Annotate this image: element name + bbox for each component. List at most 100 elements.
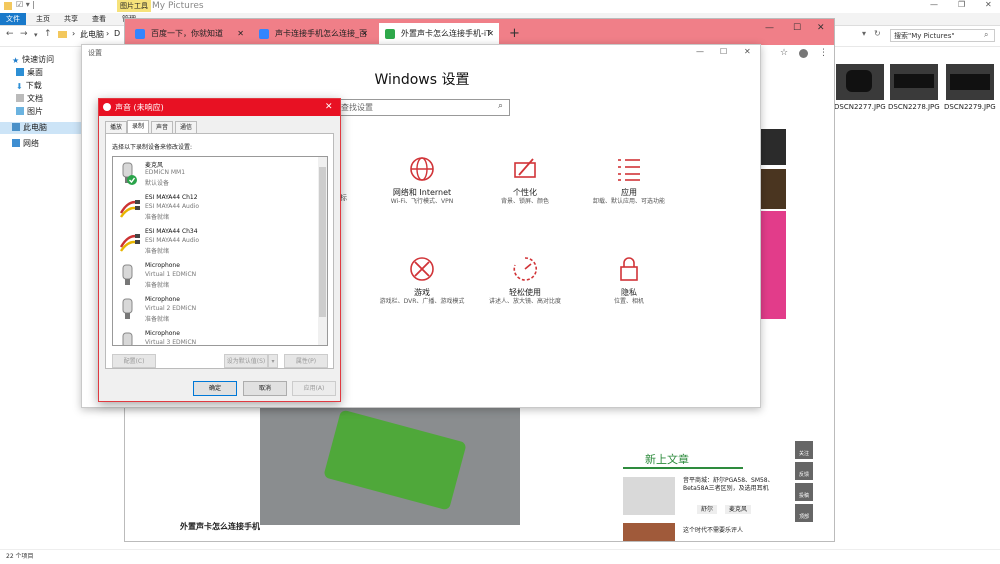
nav-item-quick-access[interactable]: ★ 快速访问 <box>12 54 54 66</box>
article-thumbnail[interactable] <box>623 477 675 515</box>
address-dropdown-icon[interactable]: ▾ <box>862 29 866 38</box>
ribbon-tab-view[interactable]: 查看 <box>86 13 112 25</box>
sidebar-image[interactable] <box>758 169 786 209</box>
xbox-icon[interactable] <box>408 255 436 283</box>
ribbon-tab-share[interactable]: 共享 <box>58 13 84 25</box>
device-list-scrollbar[interactable] <box>318 157 327 345</box>
lock-icon[interactable] <box>615 255 643 283</box>
list-item[interactable]: Microphone Virtual 2 EDMiCN 准备就绪 <box>113 293 313 327</box>
file-name[interactable]: DSCN2279.JPG <box>944 103 996 112</box>
close-icon[interactable]: ✕ <box>325 99 333 116</box>
configure-button[interactable]: 配置(C) <box>112 354 156 368</box>
avatar[interactable] <box>799 49 808 58</box>
settings-window-title: 设置 <box>88 49 102 57</box>
article-title[interactable]: 这个时代不需要乐评人 <box>683 527 783 535</box>
nav-item-network[interactable]: 网络 <box>12 138 39 150</box>
address-root[interactable]: 此电脑 <box>80 29 104 40</box>
article-title[interactable]: 音平商城：舒尔PGA58、SM58、Beta58A三者区别，及选用耳机 <box>683 477 783 493</box>
file-name[interactable]: DSCN2277.JPG <box>834 103 886 112</box>
device-name: 麦克风 <box>145 162 164 169</box>
new-articles-heading: 新上文章 <box>645 453 689 466</box>
maximize-icon[interactable]: ❐ <box>958 0 965 9</box>
nav-item-pictures[interactable]: 图片 <box>16 106 43 118</box>
minimize-icon[interactable]: — <box>696 47 704 56</box>
microphone-icon <box>119 161 137 185</box>
submit-button[interactable]: 投稿 <box>795 483 813 501</box>
qat-icons[interactable]: ☑ ▾ | <box>16 0 35 9</box>
browser-tab-active[interactable]: 外置声卡怎么连接手机-iT ✕ <box>379 23 499 45</box>
close-icon[interactable]: ✕ <box>817 23 825 33</box>
back-arrow-icon[interactable]: ← <box>6 29 14 39</box>
follow-button[interactable]: 关注 <box>795 441 813 459</box>
cancel-button[interactable]: 取消 <box>243 381 287 396</box>
recent-dropdown-icon[interactable]: ▾ <box>34 31 38 39</box>
apply-button[interactable]: 应用(A) <box>292 381 336 396</box>
list-item[interactable]: Microphone Virtual 3 EDMiCN <box>113 327 313 345</box>
ribbon-tab-home[interactable]: 主页 <box>30 13 56 25</box>
tab-close-icon[interactable]: ✕ <box>361 23 368 45</box>
bookmark-star-icon[interactable]: ☆ <box>780 48 788 58</box>
search-icon[interactable]: ⌕ <box>498 101 503 111</box>
browser-tab[interactable]: 百度一下，你就知道 ✕ <box>129 23 249 45</box>
list-item[interactable]: ESI MAYA44 Ch12 ESI MAYA44 Audio 准备就绪 <box>113 191 313 225</box>
forward-arrow-icon[interactable]: → <box>20 29 28 39</box>
maximize-icon[interactable]: ☐ <box>720 47 727 56</box>
close-icon[interactable]: ✕ <box>744 47 751 56</box>
category-desc: 讲述人、放大镜、高对比度 <box>488 298 561 305</box>
search-icon[interactable]: ⌕ <box>984 30 988 40</box>
close-icon[interactable]: ✕ <box>985 0 992 9</box>
scrollbar-thumb[interactable] <box>319 167 326 317</box>
new-tab-button[interactable]: + <box>509 23 520 45</box>
list-item[interactable]: 麦克风 EDMiCN MM1 默认设备 <box>113 157 313 191</box>
ribbon-tab-file[interactable]: 文件 <box>0 13 26 25</box>
back-to-top-button[interactable]: 顶部 <box>795 504 813 522</box>
tab-close-icon[interactable]: ✕ <box>487 23 494 45</box>
nav-item-documents[interactable]: 文档 <box>16 93 43 105</box>
rca-cable-icon <box>119 195 140 219</box>
browser-tab[interactable]: 声卡连接手机怎么连接_百 ✕ <box>253 23 373 45</box>
set-default-dropdown-icon[interactable]: ▾ <box>268 354 278 368</box>
apps-icon[interactable] <box>615 155 643 183</box>
picture-tools-label: 图片工具 <box>117 0 151 12</box>
file-thumbnail[interactable] <box>946 64 994 100</box>
up-arrow-icon[interactable]: ↑ <box>44 29 52 39</box>
list-item[interactable]: Microphone Virtual 1 EDMiCN 准备就绪 <box>113 259 313 293</box>
folder-icon <box>4 2 12 10</box>
globe-icon[interactable] <box>408 155 436 183</box>
minimize-icon[interactable]: — <box>930 0 938 9</box>
ok-button[interactable]: 确定 <box>193 381 237 396</box>
article-caption: 外置声卡怎么连接手机 <box>180 522 260 531</box>
maximize-icon[interactable]: ☐ <box>793 23 801 33</box>
refresh-icon[interactable]: ↻ <box>874 29 881 38</box>
article-tag[interactable]: 舒尔 <box>697 505 718 514</box>
sidebar-ad-image[interactable] <box>758 211 786 319</box>
device-driver: EDMiCN MM1 <box>145 169 186 176</box>
settings-search-input[interactable]: 查找设置 <box>314 99 510 116</box>
article-thumbnail[interactable] <box>623 523 675 541</box>
properties-button[interactable]: 属性(P) <box>284 354 328 368</box>
category-desc: 游戏栏、DVR、广播、游戏模式 <box>379 298 465 305</box>
sidebar-image[interactable] <box>758 129 786 165</box>
device-driver: ESI MAYA44 Audio <box>145 237 199 244</box>
address-tail[interactable]: D <box>114 29 120 38</box>
device-name: ESI MAYA44 Ch12 <box>145 194 198 201</box>
list-item[interactable]: ESI MAYA44 Ch34 ESI MAYA44 Audio 准备就绪 <box>113 225 313 259</box>
file-thumbnail[interactable] <box>836 64 884 100</box>
file-name[interactable]: DSCN2278.JPG <box>888 103 940 112</box>
nav-label: 桌面 <box>27 68 43 77</box>
nav-label: 此电脑 <box>23 123 47 132</box>
feedback-button[interactable]: 反馈 <box>795 462 813 480</box>
set-default-button[interactable]: 设为默认值(S) <box>224 354 268 368</box>
tab-close-icon[interactable]: ✕ <box>237 23 244 45</box>
file-thumbnail[interactable] <box>890 64 938 100</box>
article-tag[interactable]: 麦克风 <box>725 505 752 514</box>
nav-item-downloads[interactable]: ⬇ 下载 <box>16 80 42 92</box>
nav-item-this-pc[interactable]: 此电脑 <box>0 122 82 134</box>
explorer-search-input[interactable]: 搜索"My Pictures" <box>890 29 995 42</box>
device-driver: Virtual 1 EDMiCN <box>145 271 197 278</box>
ease-of-access-icon[interactable] <box>511 255 539 283</box>
nav-item-desktop[interactable]: 桌面 <box>16 67 43 79</box>
minimize-icon[interactable]: — <box>765 23 774 33</box>
menu-icon[interactable]: ⋮ <box>819 48 828 58</box>
personalization-icon[interactable] <box>511 155 539 183</box>
